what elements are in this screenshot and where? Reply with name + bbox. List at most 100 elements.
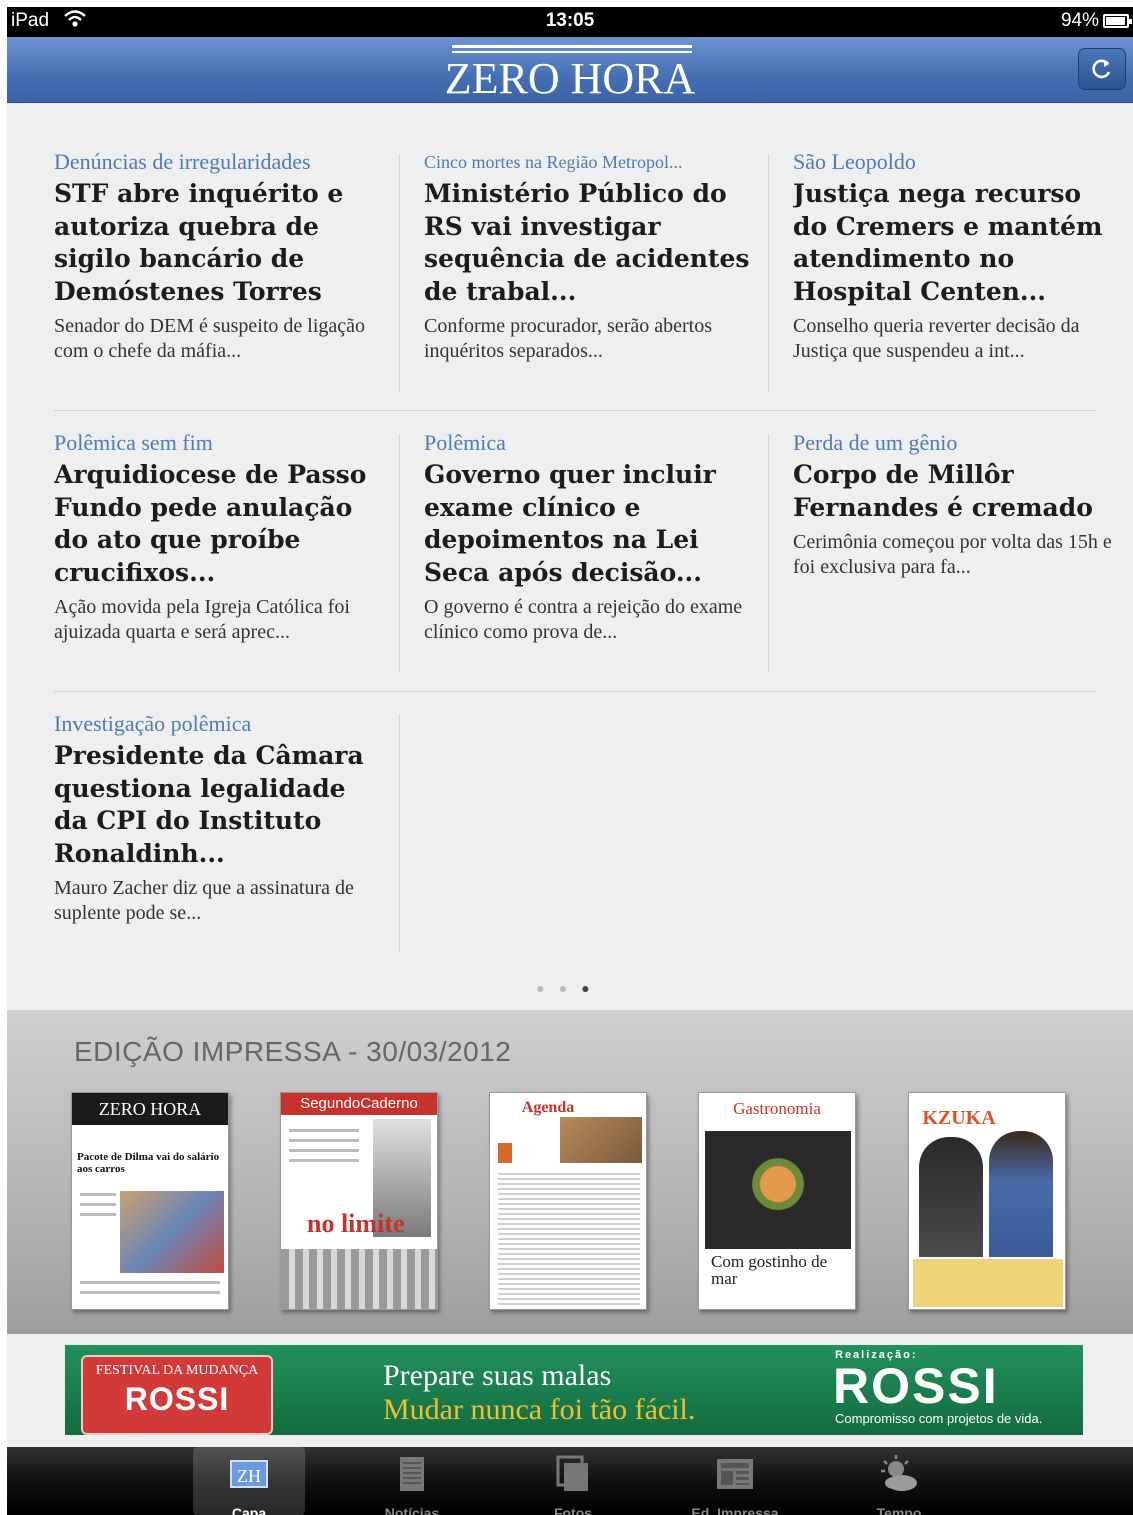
tab-capa[interactable]: ZH Capa [193,1447,305,1515]
cover-text-line [80,1291,220,1294]
battery-percent: 94% [1060,10,1099,31]
article-headline: STF abre inquérito e autoriza quebra de … [54,179,344,306]
page-dot-active: ● [581,980,604,996]
news-article[interactable]: Polêmica sem fim Arquidiocese de Passo F… [54,429,384,679]
cover-text-line [80,1213,116,1216]
article-summary: Conselho queria reverter decisão da Just… [793,315,1080,362]
cover-text-line [289,1139,359,1142]
article-category: Polêmica [424,430,506,455]
cover-text-line [80,1281,220,1284]
cover-title: Gastronomia [733,1099,821,1118]
cover-title: ZERO HORA [98,1099,202,1119]
column-divider [399,714,400,952]
cover-photo [281,1249,437,1309]
ad-headline: Prepare suas malas [383,1359,612,1392]
app-header: ZERO HORA [7,37,1133,103]
ad-badge: FESTIVAL DA MUDANÇA ROSSI [81,1355,273,1435]
page-dot: ● [536,980,559,996]
news-article[interactable]: São Leopoldo Justiça nega recurso do Cre… [793,148,1123,398]
tab-fotos[interactable]: Fotos [517,1447,629,1515]
page-indicator[interactable]: ●●● [7,980,1133,996]
news-grid: Denúncias de irregularidades STF abre in… [7,104,1133,1010]
tab-noticias[interactable]: Notícias [356,1447,468,1515]
cover-text-line [289,1159,359,1162]
cover-listings [498,1171,640,1305]
edition-cover[interactable]: SegundoCaderno no limite [280,1092,438,1310]
ad-tagline: Compromisso com projetos de vida. [835,1411,1043,1426]
article-headline: Corpo de Millôr Fernandes é cremado [793,460,1093,522]
weather-icon [881,1455,917,1491]
cover-title: KZUKA [922,1107,996,1129]
article-headline: Ministério Público do RS vai investigar … [424,179,750,306]
news-article[interactable]: Cinco mortes na Região Metropol... Minis… [424,148,754,398]
cover-photo [560,1117,642,1163]
article-category: São Leopoldo [793,149,916,174]
cover-text-line [80,1203,116,1206]
cover-title: SegundoCaderno [300,1095,418,1112]
status-time: 13:05 [545,10,595,31]
cover-headline: no limite [307,1209,405,1238]
print-edition-title: EDIÇÃO IMPRESSA - 30/03/2012 [74,1036,512,1067]
article-summary: Cerimônia começou por volta das 15h e fo… [793,531,1112,578]
row-divider [54,691,1096,692]
column-divider [399,154,400,392]
tab-label: Notícias [384,1505,440,1515]
cover-photo [705,1131,851,1249]
cover-photo [919,1137,983,1257]
print-edition-icon [717,1459,753,1489]
logo-rules [452,45,692,53]
cover-title: Agenda [521,1099,575,1116]
cover-text-line [289,1129,359,1132]
cover-photo [989,1131,1053,1257]
edition-cover[interactable]: Agenda [489,1092,647,1310]
edition-cover[interactable]: ZERO HORA Pacote de Dilma vai do salário… [71,1092,229,1310]
cover-banner [913,1259,1063,1307]
article-headline: Arquidiocese de Passo Fundo pede anulaçã… [54,460,367,587]
row-divider [54,410,1096,411]
ad-banner[interactable]: FESTIVAL DA MUDANÇA ROSSI Prepare suas m… [65,1345,1083,1435]
article-category: Polêmica sem fim [54,430,213,455]
battery-level-fill [1106,17,1125,25]
article-category: Perda de um gênio [793,430,958,455]
tab-label: Capa [231,1505,267,1515]
tab-label: Fotos [553,1505,593,1515]
article-headline: Presidente da Câmara questiona legalidad… [54,741,364,868]
edition-cover[interactable]: KZUKA [908,1092,1066,1310]
article-category: Investigação polêmica [54,711,252,736]
app-logo: ZERO HORA [444,54,696,103]
news-article[interactable]: Denúncias de irregularidades STF abre in… [54,148,384,398]
svg-text:ZH: ZH [237,1466,261,1486]
refresh-icon [1092,59,1111,79]
article-summary: Conforme procurador, serão abertos inqué… [424,315,712,362]
article-headline: Justiça nega recurso do Cremers e mantém… [793,179,1103,306]
column-divider [768,154,769,392]
ad-badge-brand: ROSSI [124,1381,230,1417]
print-edition-section: EDIÇÃO IMPRESSA - 30/03/2012 ZERO HORA P… [7,1010,1133,1334]
news-article[interactable]: Polêmica Governo quer incluir exame clín… [424,429,754,679]
cover-text-line [80,1193,116,1196]
cover-photo [120,1191,224,1273]
ad-badge-text: FESTIVAL DA MUDANÇA [95,1363,259,1378]
article-category: Denúncias de irregularidades [54,149,311,174]
tab-tempo[interactable]: Tempo [843,1447,955,1515]
page-dot: ● [558,980,582,996]
battery-icon [1103,14,1132,28]
photos-icon [556,1455,588,1491]
cover-text-line [289,1149,359,1152]
ad-subheadline: Mudar nunca foi tão fácil. [383,1393,696,1426]
article-summary: O governo é contra a rejeição do exame c… [424,596,743,643]
news-article[interactable]: Investigação polêmica Presidente da Câma… [54,710,384,960]
article-headline: Governo quer incluir exame clínico e dep… [424,460,716,587]
article-summary: Ação movida pela Igreja Católica foi aju… [54,596,350,643]
cover-headline: Com gostinho de mar [711,1252,828,1288]
cover-headline: Pacote de Dilma vai do salário aos carro… [77,1151,220,1175]
ad-brand-logo: ROSSI [833,1358,999,1414]
tab-label: Ed. Impressa [691,1505,779,1515]
news-icon [400,1457,424,1491]
edition-cover[interactable]: Gastronomia Com gostinho de mar [698,1092,856,1310]
refresh-button[interactable] [1078,48,1126,90]
article-summary: Senador do DEM é suspeito de ligação com… [54,315,366,362]
status-bar: iPad 13:05 94% [7,7,1133,37]
news-article[interactable]: Perda de um gênio Corpo de Millôr Fernan… [793,429,1123,679]
tab-ed-impressa[interactable]: Ed. Impressa [679,1447,791,1515]
